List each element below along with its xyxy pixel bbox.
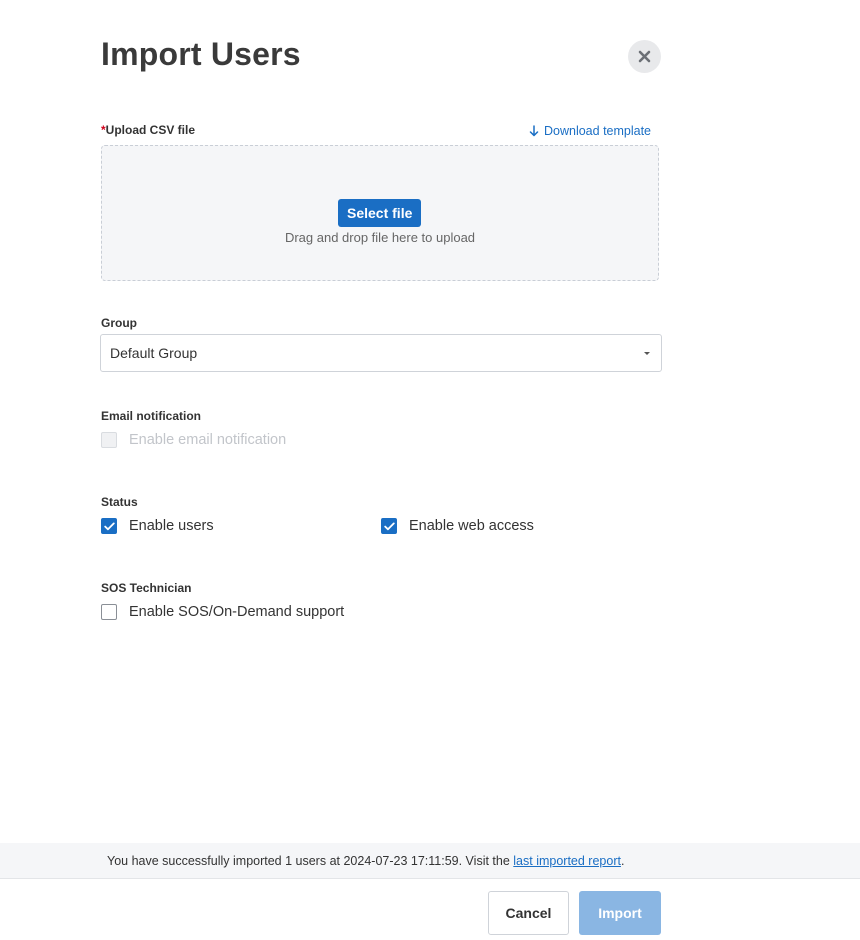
group-select[interactable]: Default Group — [100, 334, 662, 372]
import-status-suffix: . — [620, 853, 625, 868]
caret-down-icon — [644, 352, 650, 355]
enable-users-option[interactable]: Enable users — [101, 518, 214, 534]
email-notification-checkbox — [101, 432, 117, 448]
upload-csv-label-text: Upload CSV file — [105, 123, 196, 137]
sos-support-checkbox[interactable] — [101, 604, 117, 620]
dialog-title: Import Users — [101, 36, 301, 72]
last-imported-report-link[interactable]: last imported report — [513, 854, 621, 868]
enable-web-access-option[interactable]: Enable web access — [381, 518, 534, 534]
email-notification-option-label: Enable email notification — [129, 432, 287, 448]
close-icon — [638, 50, 651, 63]
sos-support-option[interactable]: Enable SOS/On-Demand support — [101, 604, 344, 620]
enable-users-checkbox[interactable] — [101, 518, 117, 534]
sos-technician-label: SOS Technician — [101, 581, 192, 595]
close-button[interactable] — [628, 40, 661, 73]
file-dropzone[interactable]: Select file Drag and drop file here to u… — [101, 145, 659, 281]
drop-hint: Drag and drop file here to upload — [284, 230, 476, 245]
import-button[interactable]: Import — [579, 891, 661, 935]
group-label: Group — [101, 316, 137, 330]
download-template-link[interactable]: Download template — [529, 124, 651, 138]
checkmark-icon — [383, 522, 395, 530]
import-users-dialog: Import Users *Upload CSV file Download t… — [0, 0, 860, 940]
enable-web-access-label: Enable web access — [409, 518, 534, 534]
select-file-button[interactable]: Select file — [338, 199, 422, 227]
import-status-text: You have successfully imported 1 users a… — [107, 853, 514, 868]
email-notification-option: Enable email notification — [101, 432, 286, 448]
email-notification-label: Email notification — [101, 409, 202, 423]
upload-csv-label: *Upload CSV file — [101, 123, 195, 137]
checkmark-icon — [103, 522, 115, 530]
status-label: Status — [101, 495, 138, 509]
sos-support-label: Enable SOS/On-Demand support — [129, 604, 345, 620]
cancel-button[interactable]: Cancel — [488, 891, 569, 935]
arrow-down-icon — [529, 125, 539, 137]
enable-web-access-checkbox[interactable] — [381, 518, 397, 534]
enable-users-label: Enable users — [129, 518, 214, 534]
download-template-label: Download template — [544, 124, 652, 138]
import-status-message: You have successfully imported 1 users a… — [107, 854, 624, 868]
import-status-bar: You have successfully imported 1 users a… — [0, 843, 860, 879]
group-selected-value: Default Group — [110, 345, 198, 361]
